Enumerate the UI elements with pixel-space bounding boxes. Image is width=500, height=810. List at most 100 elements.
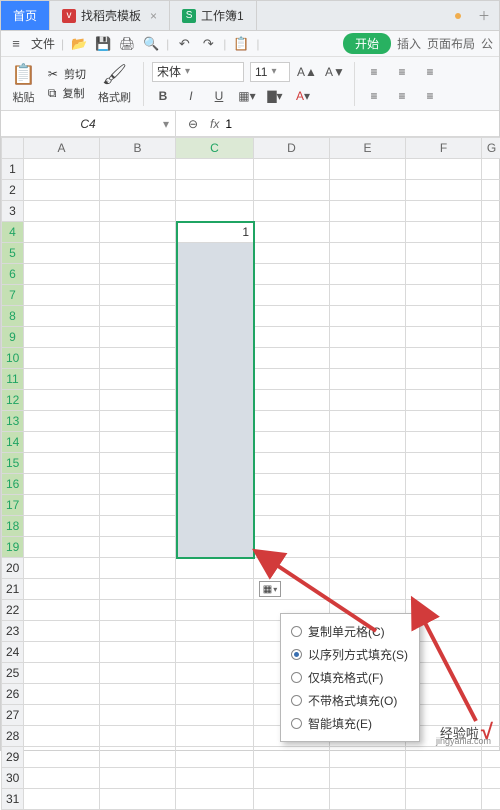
cell-G8[interactable]	[482, 306, 500, 327]
font-size-select[interactable]: 11 ▾	[250, 62, 290, 82]
cell-F11[interactable]	[406, 369, 482, 390]
cell-A10[interactable]	[24, 348, 100, 369]
cell-B19[interactable]	[100, 537, 176, 558]
undo-icon[interactable]: ↶	[175, 35, 193, 53]
cell-C16[interactable]: 1	[176, 474, 254, 495]
cell-C19[interactable]: 1	[176, 537, 254, 558]
cell-A30[interactable]	[24, 768, 100, 789]
cell-G11[interactable]	[482, 369, 500, 390]
row-header-16[interactable]: 16	[2, 474, 24, 495]
cell-G22[interactable]	[482, 600, 500, 621]
row-header-13[interactable]: 13	[2, 411, 24, 432]
cell-C23[interactable]	[176, 621, 254, 642]
row-header-12[interactable]: 12	[2, 390, 24, 411]
col-header-C[interactable]: C	[176, 138, 254, 159]
cell-B29[interactable]	[100, 747, 176, 768]
cell-D31[interactable]	[254, 789, 330, 810]
fx-icon[interactable]: fx	[210, 117, 219, 131]
cell-A19[interactable]	[24, 537, 100, 558]
cell-B6[interactable]	[100, 264, 176, 285]
cell-G1[interactable]	[482, 159, 500, 180]
option-fill-without-format[interactable]: 不带格式填充(O)	[291, 689, 409, 712]
align-bottom-icon[interactable]: ≡	[419, 62, 441, 82]
align-right-icon[interactable]: ≡	[419, 86, 441, 106]
font-name-select[interactable]: 宋体 ▾	[152, 62, 244, 82]
ribbon-tab-insert[interactable]: 插入	[397, 35, 421, 52]
cell-F10[interactable]	[406, 348, 482, 369]
cell-D1[interactable]	[254, 159, 330, 180]
cell-F19[interactable]	[406, 537, 482, 558]
cell-C26[interactable]	[176, 684, 254, 705]
cell-B24[interactable]	[100, 642, 176, 663]
cell-C31[interactable]	[176, 789, 254, 810]
cell-E11[interactable]	[330, 369, 406, 390]
col-header-F[interactable]: F	[406, 138, 482, 159]
cell-G26[interactable]	[482, 684, 500, 705]
col-header-B[interactable]: B	[100, 138, 176, 159]
cell-G13[interactable]	[482, 411, 500, 432]
cell-G6[interactable]	[482, 264, 500, 285]
cell-A15[interactable]	[24, 453, 100, 474]
cell-A4[interactable]	[24, 222, 100, 243]
cell-D3[interactable]	[254, 201, 330, 222]
cell-E8[interactable]	[330, 306, 406, 327]
cell-G4[interactable]	[482, 222, 500, 243]
align-top-icon[interactable]: ≡	[363, 62, 385, 82]
preview-icon[interactable]: 🔍	[142, 35, 160, 53]
row-header-15[interactable]: 15	[2, 453, 24, 474]
italic-button[interactable]: I	[180, 86, 202, 106]
redo-icon[interactable]: ↷	[199, 35, 217, 53]
cell-G12[interactable]	[482, 390, 500, 411]
cell-B11[interactable]	[100, 369, 176, 390]
cell-C22[interactable]	[176, 600, 254, 621]
cell-F4[interactable]	[406, 222, 482, 243]
cell-D17[interactable]	[254, 495, 330, 516]
cell-E19[interactable]	[330, 537, 406, 558]
cell-F18[interactable]	[406, 516, 482, 537]
cell-B3[interactable]	[100, 201, 176, 222]
copy-button[interactable]: ⧉ 复制	[48, 85, 86, 101]
border-button[interactable]: ▦▾	[236, 86, 258, 106]
cell-B22[interactable]	[100, 600, 176, 621]
cell-A8[interactable]	[24, 306, 100, 327]
cell-A26[interactable]	[24, 684, 100, 705]
cell-E5[interactable]	[330, 243, 406, 264]
col-header-A[interactable]: A	[24, 138, 100, 159]
cell-A5[interactable]	[24, 243, 100, 264]
cell-C12[interactable]: 1	[176, 390, 254, 411]
cell-C17[interactable]: 1	[176, 495, 254, 516]
cut-button[interactable]: ✂ 剪切	[48, 66, 86, 82]
col-header-G[interactable]: G	[482, 138, 500, 159]
cell-D29[interactable]	[254, 747, 330, 768]
cell-F16[interactable]	[406, 474, 482, 495]
row-header-2[interactable]: 2	[2, 180, 24, 201]
row-header-20[interactable]: 20	[2, 558, 24, 579]
row-header-9[interactable]: 9	[2, 327, 24, 348]
cell-E13[interactable]	[330, 411, 406, 432]
row-header-7[interactable]: 7	[2, 285, 24, 306]
cell-G25[interactable]	[482, 663, 500, 684]
tab-workbook[interactable]: S 工作簿1	[170, 1, 257, 30]
cell-F6[interactable]	[406, 264, 482, 285]
cell-G3[interactable]	[482, 201, 500, 222]
cell-A28[interactable]	[24, 726, 100, 747]
cell-C20[interactable]	[176, 558, 254, 579]
cell-A24[interactable]	[24, 642, 100, 663]
cell-D16[interactable]	[254, 474, 330, 495]
cell-A9[interactable]	[24, 327, 100, 348]
row-header-10[interactable]: 10	[2, 348, 24, 369]
open-icon[interactable]: 📂	[70, 35, 88, 53]
file-menu[interactable]: 文件	[31, 35, 55, 52]
cell-B17[interactable]	[100, 495, 176, 516]
cell-C25[interactable]	[176, 663, 254, 684]
format-painter-button[interactable]: 🖌 格式刷	[94, 60, 135, 107]
cell-C10[interactable]: 1	[176, 348, 254, 369]
col-header-E[interactable]: E	[330, 138, 406, 159]
cell-E20[interactable]	[330, 558, 406, 579]
col-header-D[interactable]: D	[254, 138, 330, 159]
cell-F5[interactable]	[406, 243, 482, 264]
bold-button[interactable]: B	[152, 86, 174, 106]
cell-E21[interactable]	[330, 579, 406, 600]
row-header-4[interactable]: 4	[2, 222, 24, 243]
cell-C2[interactable]	[176, 180, 254, 201]
